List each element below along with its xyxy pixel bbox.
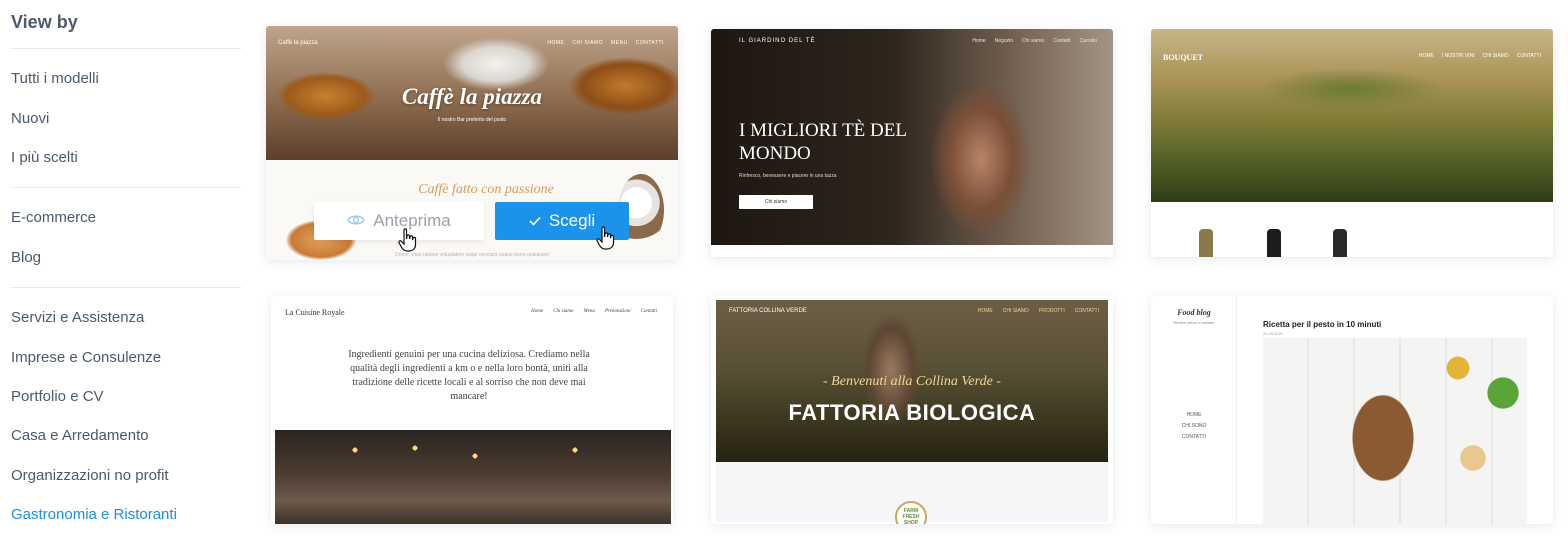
template-card-cuisine-royale[interactable]: La Cuisine Royale Home Chi siamo Menu Preno…	[271, 296, 673, 524]
sidebar-item-popular[interactable]: I più scelti	[11, 149, 78, 166]
filter-sidebar: View by Tutti i modelli Nuovi I più scel…	[0, 0, 250, 547]
restaurant-interior-image	[275, 430, 671, 524]
template-tagline: Ricette veloci e salutari	[1173, 320, 1215, 325]
template-card-bouquet[interactable]: BOUQUET HOME I NOSTRI VINI CHI SIAMO CONTAT…	[1151, 29, 1553, 257]
template-card-tea-garden[interactable]: IL GIARDINO DEL TÈ Home Negozio Chi siamo C…	[711, 29, 1113, 257]
template-thumbnail: IL GIARDINO DEL TÈ Home Negozio Chi siamo C…	[711, 29, 1113, 245]
wine-bottle-image	[1267, 229, 1281, 257]
choose-label: Scegli	[548, 211, 596, 230]
sidebar-item-ecommerce[interactable]: E-commerce	[11, 209, 96, 226]
sidebar-item-new[interactable]: Nuovi	[11, 110, 49, 127]
template-intro-text: Ingredienti genuini per una cucina deliz…	[348, 349, 590, 402]
template-nav: HOME CHI SONO CONTATTI	[1181, 412, 1207, 440]
template-cta: Chi siamo	[739, 195, 813, 209]
template-nav: HOME CHI SIAMO MENU CONTATTI	[547, 40, 664, 46]
blog-post-date: 21.09.2021	[1263, 331, 1284, 336]
template-nav: Home Chi siamo Menu Prenotazioni Contatti	[531, 309, 657, 314]
blog-sidebar: Food blog Ricette veloci e salutari HOME…	[1151, 296, 1237, 524]
sidebar-item-food-restaurants[interactable]: Gastronomia e Ristoranti	[11, 506, 177, 523]
template-brand: BOUQUET	[1163, 53, 1204, 62]
template-brand: La Cuisine Royale	[285, 308, 345, 317]
template-headline: I MIGLIORI TÈ DEL MONDO	[739, 120, 907, 164]
template-tagline: Caffè fatto con passione	[418, 182, 554, 197]
checkmark-icon	[529, 211, 541, 231]
sidebar-item-nonprofit[interactable]: Organizzazioni no profit	[11, 467, 169, 484]
sidebar-divider	[11, 187, 241, 188]
template-thumbnail: BOUQUET HOME I NOSTRI VINI CHI SIAMO CONTAT…	[1151, 29, 1553, 202]
wine-bottle-image	[1333, 229, 1347, 257]
template-card-caffe[interactable]: Caffè la piazza HOME CHI SIAMO MENU CONTATT…	[266, 26, 678, 260]
template-subline: Il nostro Bar preferito del posto	[437, 117, 507, 123]
template-brand: Food blog	[1177, 308, 1211, 317]
template-nav: Home Negozio Chi siamo Contatti Carrello	[972, 38, 1097, 44]
hand-cursor-icon	[398, 228, 418, 256]
template-headline: Caffè la piazza	[401, 84, 543, 109]
template-footer-text: Donec vitae ratione voluptatem sequi nes…	[395, 252, 549, 258]
template-card-fattoria[interactable]: FATTORIA COLLINA VERDE HOME CHI SIAMO PROD…	[711, 296, 1113, 524]
template-card-food-blog[interactable]: Food blog Ricette veloci e salutari HOME…	[1151, 296, 1553, 524]
sidebar-title: View by	[11, 12, 78, 32]
wine-bottle-image	[1199, 229, 1213, 257]
template-script-title: - Benvenuti alla Collina Verde -	[823, 374, 1001, 389]
template-nav: HOME CHI SIAMO PRODOTTI CONTATTI	[977, 308, 1099, 314]
sidebar-divider	[11, 287, 241, 288]
sidebar-item-blog[interactable]: Blog	[11, 249, 41, 266]
sidebar-item-home-decor[interactable]: Casa e Arredamento	[11, 427, 149, 444]
sidebar-item-portfolio[interactable]: Portfolio e CV	[11, 388, 104, 405]
template-headline: FATTORIA BIOLOGICA	[788, 400, 1036, 425]
template-brand: IL GIARDINO DEL TÈ	[739, 38, 816, 44]
eye-icon	[347, 211, 366, 231]
sidebar-item-business[interactable]: Imprese e Consulenze	[11, 349, 161, 366]
template-brand: Caffè la piazza	[278, 40, 318, 46]
template-nav: HOME I NOSTRI VINI CHI SIAMO CONTATTI	[1418, 53, 1541, 59]
hand-cursor-icon	[596, 226, 616, 254]
sidebar-divider	[11, 48, 241, 49]
sidebar-item-all[interactable]: Tutti i modelli	[11, 70, 99, 87]
pesto-ingredients-image	[1263, 338, 1527, 524]
template-brand: FATTORIA COLLINA VERDE	[729, 308, 807, 314]
blog-post-title: Ricetta per il pesto in 10 minuti	[1263, 320, 1382, 329]
template-subline: Rinfresco, benessere e piacere in una ta…	[739, 173, 837, 179]
template-thumbnail: Caffè la piazza HOME CHI SIAMO MENU CONTATT…	[266, 26, 678, 160]
sidebar-item-services[interactable]: Servizi e Assistenza	[11, 309, 144, 326]
